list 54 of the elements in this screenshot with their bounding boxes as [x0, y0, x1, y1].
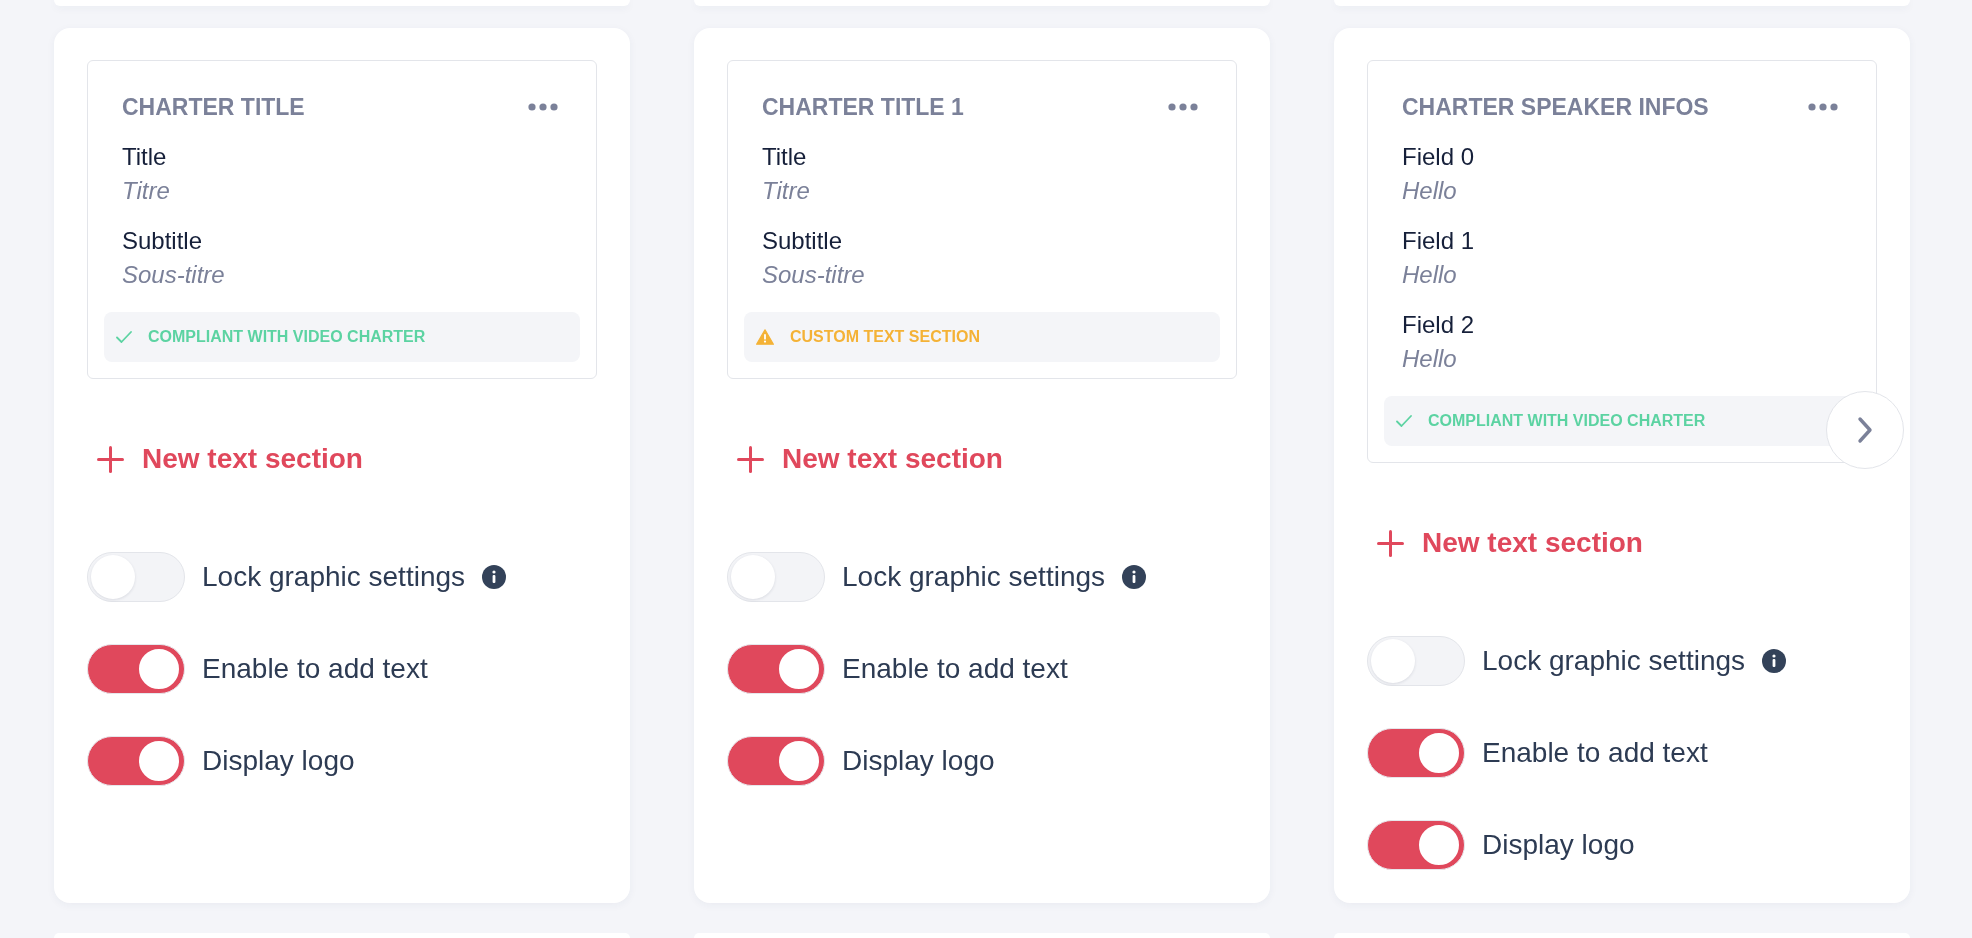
add-section-button[interactable]: New text section [1367, 519, 1649, 567]
warning-icon [756, 329, 774, 345]
chevron-right-icon [1857, 416, 1873, 444]
field-value: Hello [1402, 261, 1457, 289]
section-title: CHARTER TITLE 1 [762, 93, 964, 122]
status-text: COMPLIANT WITH VIDEO CHARTER [148, 327, 426, 347]
toggle-switch[interactable] [1367, 728, 1465, 778]
field-value: Sous-titre [762, 261, 865, 289]
field-value: Titre [762, 177, 810, 205]
toggle-switch[interactable] [1367, 820, 1465, 870]
field-label: Field 2 [1402, 311, 1475, 339]
toggle-switch[interactable] [727, 552, 825, 602]
more-icon [1168, 103, 1198, 111]
toggle-label: Display logo [202, 744, 355, 778]
field-label: Title [762, 143, 807, 171]
check-icon [1396, 415, 1412, 427]
plus-icon [737, 445, 764, 473]
toggle-label: Display logo [1482, 828, 1635, 862]
toggle-label: Lock graphic settings [202, 560, 466, 594]
field-value: Hello [1402, 177, 1457, 205]
status-text: COMPLIANT WITH VIDEO CHARTER [1428, 411, 1706, 431]
check-icon [116, 331, 132, 343]
toggle-switch[interactable] [87, 644, 185, 694]
info-icon[interactable] [1762, 649, 1787, 673]
toggle-label: Enable to add text [1482, 736, 1708, 770]
info-icon[interactable] [1122, 565, 1147, 589]
plus-icon [97, 445, 124, 473]
add-section-button[interactable]: New text section [87, 435, 369, 483]
section-title: CHARTER SPEAKER INFOS [1402, 93, 1709, 122]
field-value: Sous-titre [122, 261, 225, 289]
info-icon[interactable] [482, 565, 507, 589]
field-label: Subtitle [762, 227, 843, 255]
toggle-switch[interactable] [727, 644, 825, 694]
toggle-switch[interactable] [87, 736, 185, 786]
plus-icon [1377, 529, 1404, 557]
toggle-label: Lock graphic settings [842, 560, 1106, 594]
field-value: Titre [122, 177, 170, 205]
toggle-switch[interactable] [1367, 636, 1465, 686]
section-title: CHARTER TITLE [122, 93, 305, 122]
toggle-label: Enable to add text [202, 652, 428, 686]
toggle-switch[interactable] [727, 736, 825, 786]
field-value: Hello [1402, 345, 1457, 373]
add-section-button[interactable]: New text section [727, 435, 1009, 483]
field-label: Field 0 [1402, 143, 1475, 171]
toggle-label: Display logo [842, 744, 995, 778]
toggle-label: Lock graphic settings [1482, 644, 1746, 678]
toggle-switch[interactable] [87, 552, 185, 602]
field-label: Title [122, 143, 167, 171]
more-icon [1808, 103, 1838, 111]
status-text: CUSTOM TEXT SECTION [790, 327, 980, 347]
more-icon [528, 103, 558, 111]
toggle-label: Enable to add text [842, 652, 1068, 686]
field-label: Subtitle [122, 227, 203, 255]
field-label: Field 1 [1402, 227, 1475, 255]
